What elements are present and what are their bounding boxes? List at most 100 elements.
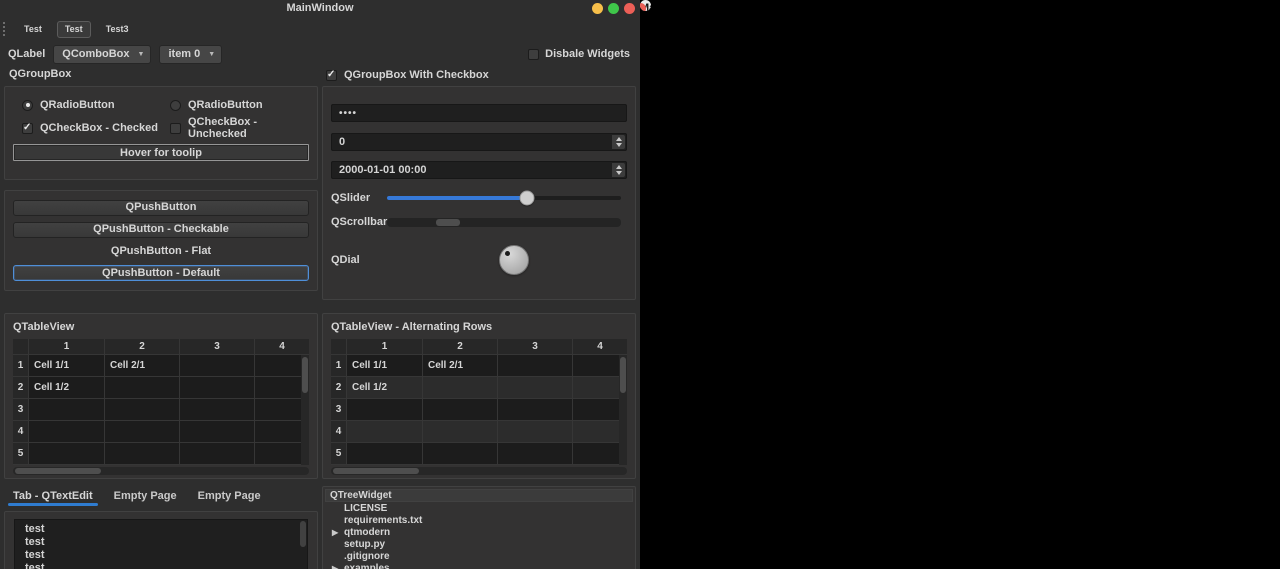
table-row[interactable]: 5 xyxy=(13,443,309,465)
table-cell[interactable] xyxy=(498,355,573,377)
titlebar[interactable]: MainWindow xyxy=(640,0,651,11)
row-header[interactable]: 3 xyxy=(331,399,347,421)
table-row[interactable]: 3 xyxy=(331,399,627,421)
pushbutton-flat[interactable]: QPushButton - Flat xyxy=(13,244,309,260)
tab-qtextedit[interactable]: Tab - QTextEdit xyxy=(13,490,93,502)
table-cell[interactable]: Cell 2/1 xyxy=(423,355,498,377)
table-row[interactable]: 4 xyxy=(13,421,309,443)
table-cell[interactable] xyxy=(29,421,105,443)
table-cell[interactable] xyxy=(180,399,255,421)
arrow-down-icon[interactable] xyxy=(616,143,622,147)
toolbar-drag-handle-icon[interactable] xyxy=(3,22,7,36)
tooltip-button[interactable]: Hover for toolip xyxy=(13,144,309,161)
textedit[interactable]: test test test test xyxy=(14,519,308,569)
table-cell[interactable] xyxy=(105,421,180,443)
row-header[interactable]: 5 xyxy=(13,443,29,465)
tab-empty-page-2[interactable]: Empty Page xyxy=(198,490,261,502)
qslider[interactable] xyxy=(387,196,621,200)
table-corner[interactable] xyxy=(331,339,347,355)
column-header[interactable]: 1 xyxy=(29,339,105,355)
table-cell[interactable] xyxy=(105,399,180,421)
row-header[interactable]: 1 xyxy=(331,355,347,377)
table-cell[interactable]: Cell 2/1 xyxy=(105,355,180,377)
checkbox-unchecked[interactable]: QCheckBox - Unchecked xyxy=(161,121,309,135)
disable-widgets-checkbox[interactable]: Disbale Widgets xyxy=(528,48,630,60)
radio-icon[interactable] xyxy=(170,100,181,111)
table-row[interactable]: 1 Cell 1/1 Cell 2/1 xyxy=(331,355,627,377)
table-cell[interactable] xyxy=(105,443,180,465)
traffic-light-green-icon[interactable] xyxy=(608,3,619,14)
table-cell[interactable] xyxy=(423,421,498,443)
expand-arrow-icon[interactable]: ▶ xyxy=(332,528,338,538)
pushbutton-default[interactable]: QPushButton - Default xyxy=(13,265,309,281)
table-row[interactable]: 5 xyxy=(331,443,627,465)
spinbox[interactable]: 0 xyxy=(331,133,627,151)
table-cell[interactable] xyxy=(180,377,255,399)
checkbox-icon[interactable] xyxy=(170,123,181,134)
table-vertical-scrollbar[interactable] xyxy=(301,355,309,465)
table-cell[interactable] xyxy=(498,377,573,399)
table-cell[interactable] xyxy=(347,443,423,465)
tree-item[interactable]: ▶examples xyxy=(325,563,633,569)
spinbox-buttons[interactable] xyxy=(612,135,625,149)
row-header[interactable]: 4 xyxy=(331,421,347,443)
arrow-up-icon[interactable] xyxy=(616,165,622,169)
pushbutton-checkable[interactable]: QPushButton - Checkable xyxy=(13,222,309,238)
table-cell[interactable] xyxy=(423,377,498,399)
scrollbar-handle[interactable] xyxy=(620,357,626,393)
table-cell[interactable] xyxy=(498,421,573,443)
checkbox-icon[interactable] xyxy=(528,49,539,60)
traffic-light-red-icon[interactable] xyxy=(640,3,646,11)
checkbox-checked[interactable]: QCheckBox - Checked xyxy=(13,121,161,135)
traffic-light-yellow-icon[interactable] xyxy=(592,3,603,14)
table-cell[interactable] xyxy=(180,443,255,465)
radio-checked[interactable]: QRadioButton xyxy=(13,98,161,112)
table-cell[interactable] xyxy=(498,443,573,465)
table-row[interactable]: 2 Cell 1/2 xyxy=(331,377,627,399)
scrollbar-handle[interactable] xyxy=(436,219,459,226)
toolbar-button-test1[interactable]: Test xyxy=(16,21,50,38)
table-vertical-scrollbar[interactable] xyxy=(619,355,627,465)
row-header[interactable]: 2 xyxy=(13,377,29,399)
table-row[interactable]: 1 Cell 1/1 Cell 2/1 xyxy=(13,355,309,377)
column-header[interactable]: 2 xyxy=(423,339,498,355)
table-cell[interactable] xyxy=(347,421,423,443)
table-cell[interactable]: Cell 1/2 xyxy=(347,377,423,399)
column-header[interactable]: 4 xyxy=(573,339,627,355)
row-header[interactable]: 5 xyxy=(331,443,347,465)
qdial[interactable] xyxy=(499,245,529,275)
table-cell[interactable] xyxy=(29,443,105,465)
scrollbar-handle[interactable] xyxy=(15,468,101,474)
groupbox-checkbox-title[interactable]: QGroupBox With Checkbox xyxy=(322,68,636,82)
tableview[interactable]: 1 2 3 4 1 Cell 1/1 Cell 2/1 2 Cell xyxy=(13,339,309,465)
table-corner[interactable] xyxy=(13,339,29,355)
checkbox-icon[interactable] xyxy=(22,123,33,134)
arrow-up-icon[interactable] xyxy=(616,137,622,141)
tree-item[interactable]: LICENSE xyxy=(325,503,633,515)
scrollbar-handle[interactable] xyxy=(300,521,306,547)
radio-unchecked[interactable]: QRadioButton xyxy=(161,98,309,112)
datetime-field[interactable]: 2000-01-01 00:00 xyxy=(331,161,627,179)
table-cell[interactable] xyxy=(105,377,180,399)
tableview-alternating[interactable]: 1 2 3 4 1 Cell 1/1 Cell 2/1 2 Cell xyxy=(331,339,627,465)
row-header[interactable]: 4 xyxy=(13,421,29,443)
arrow-down-icon[interactable] xyxy=(616,171,622,175)
row-header[interactable]: 1 xyxy=(13,355,29,377)
item-combobox[interactable]: item 0 ▼ xyxy=(159,45,222,64)
table-row[interactable]: 4 xyxy=(331,421,627,443)
table-cell[interactable]: Cell 1/1 xyxy=(29,355,105,377)
spinbox-buttons[interactable] xyxy=(612,163,625,177)
password-field[interactable]: •••• xyxy=(331,104,627,122)
slider-handle[interactable] xyxy=(520,191,535,206)
table-cell[interactable] xyxy=(347,399,423,421)
column-header[interactable]: 1 xyxy=(347,339,423,355)
column-header[interactable]: 4 xyxy=(255,339,309,355)
tree-item[interactable]: requirements.txt xyxy=(325,515,633,527)
tree-item[interactable]: .gitignore xyxy=(325,551,633,563)
scrollbar-handle[interactable] xyxy=(302,357,308,393)
table-cell[interactable] xyxy=(180,421,255,443)
scrollbar-handle[interactable] xyxy=(333,468,419,474)
table-cell[interactable] xyxy=(423,443,498,465)
table-cell[interactable] xyxy=(423,399,498,421)
column-header[interactable]: 2 xyxy=(105,339,180,355)
